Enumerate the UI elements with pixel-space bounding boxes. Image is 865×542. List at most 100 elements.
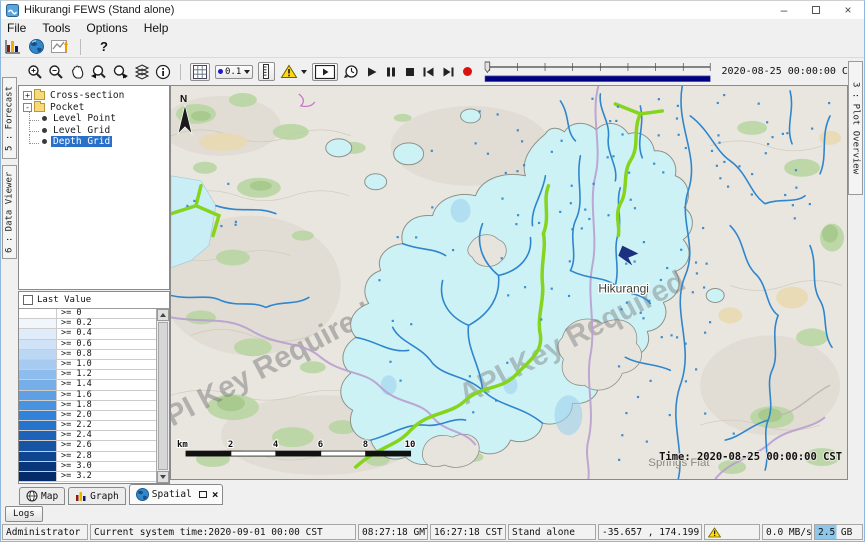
warning-dropdown[interactable] xyxy=(280,64,307,79)
status-bar: Administrator Current system time:2020-0… xyxy=(1,523,864,541)
tree-item-level-point[interactable]: Level Point xyxy=(19,113,169,125)
color-swatch xyxy=(19,411,57,420)
color-swatch xyxy=(19,380,57,389)
chevron-down-icon xyxy=(244,70,250,74)
pan-hand-icon[interactable] xyxy=(69,64,85,80)
menu-file[interactable]: File xyxy=(7,21,26,35)
close-panel-icon[interactable]: × xyxy=(212,490,219,500)
warning-icon xyxy=(708,527,721,538)
globe-icon[interactable] xyxy=(29,39,44,54)
maximize-panel-icon[interactable] xyxy=(199,491,207,498)
menu-tools[interactable]: Tools xyxy=(42,21,70,35)
info-icon[interactable] xyxy=(155,64,171,80)
color-swatch xyxy=(19,340,57,349)
color-swatch xyxy=(19,472,57,481)
legend-table: >= 0 >= 0.2 >= 0.4 >= 0.6 >= 0.8 >= 1.0 … xyxy=(19,309,156,483)
node-bullet-icon xyxy=(42,128,47,133)
color-swatch xyxy=(19,431,57,440)
zoom-in-icon[interactable] xyxy=(27,64,43,80)
legend-row: >= 3.2 xyxy=(19,472,156,482)
main-toolbar: ? xyxy=(1,36,864,58)
animation-display-button[interactable] xyxy=(312,63,338,81)
grid-display-button[interactable] xyxy=(190,63,210,81)
tree-item-depth-grid[interactable]: Depth Grid xyxy=(19,136,169,148)
help-button[interactable]: ? xyxy=(100,39,108,54)
close-icon[interactable]: × xyxy=(832,1,864,19)
bar-chart-icon xyxy=(75,490,87,502)
last-step-icon[interactable] xyxy=(441,65,456,79)
scale-unit: km xyxy=(177,440,188,450)
spatial-display-icon[interactable] xyxy=(51,39,69,54)
scale-tick: 4 xyxy=(273,440,278,450)
data-display-icon[interactable] xyxy=(5,39,22,54)
minimize-icon[interactable]: – xyxy=(768,1,800,19)
zoom-out-icon[interactable] xyxy=(48,64,64,80)
chevron-down-icon xyxy=(301,70,307,74)
zoom-next-icon[interactable] xyxy=(112,64,129,80)
north-label: N xyxy=(180,94,187,105)
first-step-icon[interactable] xyxy=(421,65,436,79)
app-icon xyxy=(6,4,19,17)
scale-tick: 2 xyxy=(228,440,233,450)
color-swatch xyxy=(19,309,57,318)
legend-title: Last Value xyxy=(37,295,91,305)
scale-tick: 6 xyxy=(318,440,323,450)
menu-bar: File Tools Options Help xyxy=(1,19,864,36)
pause-icon[interactable] xyxy=(384,65,398,79)
map-canvas[interactable]: API Key Required API Key Required xyxy=(171,86,847,479)
scroll-up-icon[interactable] xyxy=(157,309,169,321)
color-swatch xyxy=(19,391,57,400)
logs-button[interactable]: Logs xyxy=(5,506,43,522)
map-view[interactable]: API Key Required API Key Required xyxy=(170,85,848,480)
sidebar-tab-plot-overview[interactable]: 3 : Plot Overview xyxy=(848,61,863,195)
scale-tick: 10 xyxy=(405,440,416,450)
scroll-down-icon[interactable] xyxy=(157,471,169,483)
record-icon[interactable] xyxy=(461,65,474,78)
scale-tick: 8 xyxy=(363,440,368,450)
sidebar-tab-data-viewer[interactable]: 6 : Data Viewer xyxy=(2,165,17,259)
status-net-speed: 0.0 MB/s xyxy=(762,524,812,540)
scale-ruler-button[interactable] xyxy=(258,62,275,81)
scrollbar-thumb[interactable] xyxy=(158,322,168,470)
folder-icon xyxy=(34,91,45,100)
node-bullet-icon xyxy=(42,116,47,121)
tree-item-pocket[interactable]: - Pocket xyxy=(19,102,169,114)
menu-options[interactable]: Options xyxy=(86,21,127,35)
toolbar-separator xyxy=(80,39,81,55)
play-icon[interactable] xyxy=(365,65,379,79)
town-label: Hikurangi xyxy=(598,281,649,295)
tab-map[interactable]: Map xyxy=(19,487,65,505)
status-gmt-time: 08:27:18 GMT xyxy=(358,524,428,540)
color-swatch xyxy=(19,462,57,471)
tab-graph[interactable]: Graph xyxy=(68,487,126,505)
expand-icon[interactable]: + xyxy=(23,91,32,100)
last-value-checkbox[interactable] xyxy=(23,295,33,305)
status-warning-cell xyxy=(704,524,760,540)
map-time-label: Time: 2020-08-25 00:00:00 CST xyxy=(659,451,842,463)
tab-spatial[interactable]: Spatial × xyxy=(129,484,224,505)
timeline-slider[interactable] xyxy=(483,60,712,84)
tree-item-cross-section[interactable]: + Cross-section xyxy=(19,90,169,102)
tree-connector xyxy=(29,122,39,132)
layers-icon[interactable] xyxy=(134,64,150,80)
timestep-clock-icon[interactable] xyxy=(343,64,360,80)
status-memory: 2.5 GB xyxy=(814,524,863,540)
tree-connector xyxy=(29,134,39,144)
color-swatch xyxy=(19,370,57,379)
timeline-date: 2020-08-25 00:00:00 CST xyxy=(722,66,860,77)
folder-icon xyxy=(34,103,45,112)
threshold-dropdown[interactable]: 0.1 xyxy=(215,65,253,79)
legend-scrollbar[interactable] xyxy=(156,309,169,483)
globe-icon xyxy=(136,488,149,501)
zoom-previous-icon[interactable] xyxy=(90,64,107,80)
color-swatch xyxy=(19,441,57,450)
status-mode: Stand alone xyxy=(508,524,596,540)
menu-help[interactable]: Help xyxy=(144,21,169,35)
sidebar-tab-forecast[interactable]: 5 : Forecast xyxy=(2,77,17,159)
maximize-icon[interactable] xyxy=(800,1,832,19)
tree-item-level-grid[interactable]: Level Grid xyxy=(19,125,169,137)
stop-icon[interactable] xyxy=(403,65,416,78)
legend-row: >= 1.4 xyxy=(19,380,156,390)
logs-row: Logs xyxy=(1,505,864,524)
toolbar-separator xyxy=(180,64,181,80)
